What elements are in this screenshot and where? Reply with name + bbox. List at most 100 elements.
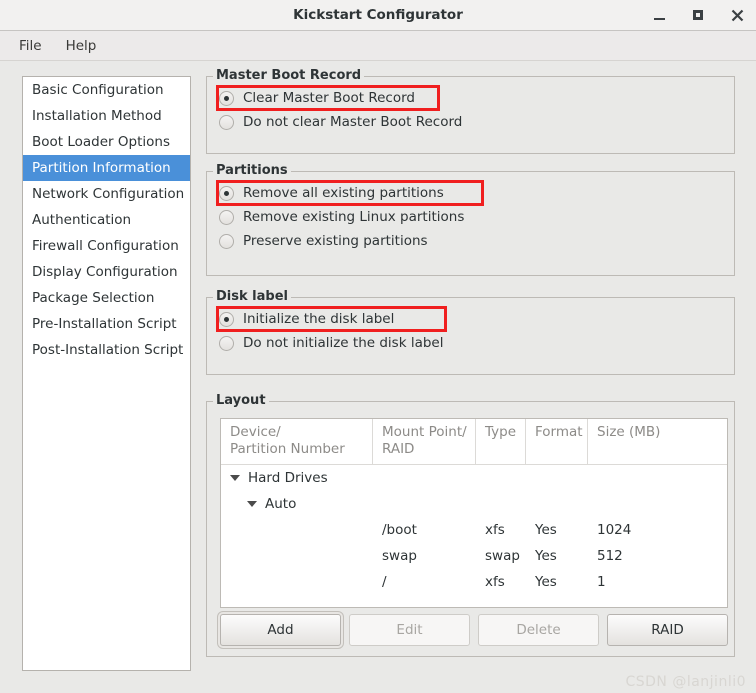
button-label: Delete [516,622,561,638]
radio-button-icon[interactable] [219,335,234,351]
close-icon [731,9,743,21]
table-column-header[interactable]: Type [476,419,526,464]
mbr-radio-label: Clear Master Boot Record [243,90,415,106]
cell-type: xfs [485,522,505,538]
main-content: Basic Configuration Installation Method Bo… [0,61,756,693]
button-label: Add [267,622,294,638]
partitions-options: Remove all existing partitions Remove exi… [207,172,734,253]
minimize-icon [653,17,665,20]
disk-label-group-title: Disk label [213,289,291,304]
edit-button: Edit [349,614,470,646]
partitions-radio-label: Preserve existing partitions [243,233,428,249]
sidebar-item-network-configuration[interactable]: Network Configuration [23,181,190,207]
sidebar-item-installation-method[interactable]: Installation Method [23,103,190,129]
mbr-radio-0[interactable]: Clear Master Boot Record [207,85,734,111]
partitions-radio-label: Remove all existing partitions [243,185,444,201]
disk-label-radio-label: Initialize the disk label [243,311,395,327]
delete-button: Delete [478,614,599,646]
radio-button-icon[interactable] [219,233,234,249]
expander-triangle-icon[interactable] [230,475,240,481]
disk-label-radio-1[interactable]: Do not initialize the disk label [207,331,734,355]
table-row[interactable]: / xfs Yes 1 [221,569,727,595]
sidebar-item-label: Network Configuration [32,186,185,202]
partitions-radio-label: Remove existing Linux partitions [243,209,465,225]
navigation-sidebar: Basic Configuration Installation Method Bo… [22,76,191,671]
disk-label-radio-label: Do not initialize the disk label [243,335,444,351]
table-column-header[interactable]: Size (MB) [588,419,727,464]
menu-file[interactable]: File [9,34,52,58]
partitions-group: Partitions Remove all existing partition… [206,163,735,276]
radio-button-icon[interactable] [219,209,234,225]
cell-size: 1024 [597,522,632,538]
table-column-header[interactable]: Mount Point/ RAID [373,419,476,464]
sidebar-item-label: Post-Installation Script [32,342,184,358]
table-column-header[interactable]: Device/ Partition Number [221,419,373,464]
mbr-radio-1[interactable]: Do not clear Master Boot Record [207,110,734,134]
close-button[interactable] [728,6,746,24]
sidebar-item-boot-loader-options[interactable]: Boot Loader Options [23,129,190,155]
table-header-row: Device/ Partition Number Mount Point/ RAI… [221,419,727,465]
table-row[interactable]: swap swap Yes 512 [221,543,727,569]
button-label: RAID [651,622,684,638]
title-bar: Kickstart Configurator [0,0,756,31]
sidebar-item-label: Authentication [32,212,132,228]
sidebar-item-label: Firewall Configuration [32,238,179,254]
settings-panel: Master Boot Record Clear Master Boot Rec… [206,61,748,693]
sidebar-item-basic-configuration[interactable]: Basic Configuration [23,77,190,103]
partitions-group-title: Partitions [213,163,291,178]
master-boot-record-group: Master Boot Record Clear Master Boot Rec… [206,68,735,154]
menu-help[interactable]: Help [56,34,107,58]
window-title: Kickstart Configurator [293,7,463,23]
layout-group: Layout Device/ Partition Number Mount Poi… [206,393,735,657]
table-row[interactable]: /boot xfs Yes 1024 [221,517,727,543]
partitions-radio-2[interactable]: Preserve existing partitions [207,229,734,253]
sidebar-item-label: Package Selection [32,290,155,306]
table-row[interactable]: Auto [221,491,727,517]
mbr-radio-label: Do not clear Master Boot Record [243,114,463,130]
disk-label-group: Disk label Initialize the disk label Do n… [206,289,735,375]
cell-device: Hard Drives [221,470,373,486]
sidebar-item-label: Display Configuration [32,264,178,280]
sidebar-item-label: Installation Method [32,108,162,124]
button-label: Edit [396,622,423,638]
sidebar-item-label: Boot Loader Options [32,134,170,150]
disk-label-radio-0[interactable]: Initialize the disk label [207,306,734,332]
sidebar-item-partition-information[interactable]: Partition Information [23,155,190,181]
sidebar-item-package-selection[interactable]: Package Selection [23,285,190,311]
sidebar-item-label: Partition Information [32,160,171,176]
sidebar-item-authentication[interactable]: Authentication [23,207,190,233]
radio-button-icon[interactable] [219,90,234,106]
window-controls [650,6,756,24]
table-row[interactable]: Hard Drives [221,465,727,491]
radio-dot-icon [224,190,229,196]
radio-button-icon[interactable] [219,185,234,201]
cell-mount-point: swap [382,548,417,564]
cell-device-label: Auto [265,496,297,512]
sidebar-item-pre-installation-script[interactable]: Pre-Installation Script [23,311,190,337]
layout-group-title: Layout [213,393,269,408]
sidebar-item-post-installation-script[interactable]: Post-Installation Script [23,337,190,363]
maximize-button[interactable] [689,6,707,24]
sidebar-item-firewall-configuration[interactable]: Firewall Configuration [23,233,190,259]
master-boot-record-group-title: Master Boot Record [213,68,365,83]
table-column-header[interactable]: Format [526,419,588,464]
partitions-radio-1[interactable]: Remove existing Linux partitions [207,205,734,229]
partition-layout-table[interactable]: Device/ Partition Number Mount Point/ RAI… [220,418,728,608]
sidebar-item-display-configuration[interactable]: Display Configuration [23,259,190,285]
radio-button-icon[interactable] [219,311,234,327]
sidebar-item-label: Basic Configuration [32,82,164,98]
cell-format: Yes [535,548,557,564]
menu-bar: File Help [0,31,756,61]
minimize-button[interactable] [650,6,668,24]
radio-button-icon[interactable] [219,114,234,130]
cell-mount-point: /boot [382,522,417,538]
raid-button[interactable]: RAID [607,614,728,646]
add-button[interactable]: Add [220,614,341,646]
radio-dot-icon [224,95,229,101]
disk-label-options: Initialize the disk label Do not initiali… [207,298,734,355]
cell-format: Yes [535,574,557,590]
table-body: Hard Drives Auto/boot xfs Yes 1024 swap swap Ye… [221,465,727,595]
radio-dot-icon [224,316,229,322]
expander-triangle-icon[interactable] [247,501,257,507]
partitions-radio-0[interactable]: Remove all existing partitions [207,180,734,206]
